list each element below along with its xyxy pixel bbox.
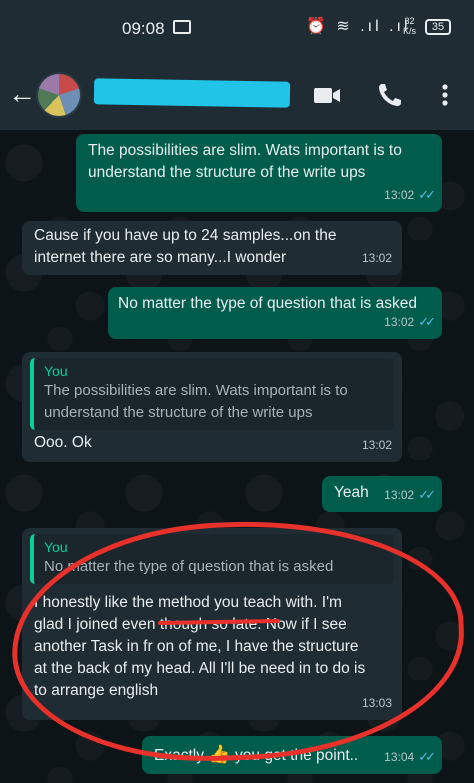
message-text: Cause if you have up to 24 samples...on … [34, 227, 337, 266]
message-text: The possibilities are slim. Wats importa… [88, 142, 402, 181]
message-bubble-incoming[interactable]: You The possibilities are slim. Wats imp… [22, 352, 402, 462]
video-call-icon[interactable] [312, 80, 342, 110]
status-time: 09:08 [122, 19, 165, 38]
message-meta: 13:03 [362, 692, 392, 714]
contact-name-redacted[interactable] [93, 78, 291, 108]
avatar[interactable] [36, 72, 82, 118]
read-receipt-icon: ✓✓ [418, 187, 436, 202]
back-arrow-icon[interactable]: ← [8, 78, 36, 110]
more-options-icon[interactable] [430, 80, 460, 110]
voice-call-icon[interactable] [375, 80, 405, 110]
quoted-message[interactable]: You No matter the type of question that … [30, 534, 394, 584]
message-time: 13:04 [384, 750, 415, 764]
message-meta: 13:02 ✓✓ [384, 311, 436, 333]
message-bubble-outgoing[interactable]: Yeah 13:02 ✓✓ [322, 476, 442, 512]
message-time: 13:02 [384, 488, 415, 502]
thumbs-up-emoji-icon: 👍 [208, 744, 231, 764]
message-meta: 13:02 ✓✓ [384, 484, 436, 506]
quote-text: The possibilities are slim. Wats importa… [44, 382, 348, 421]
status-bar: 09:08 ⏰ ≋ .ıl .ıl 32 K/s 35 [0, 0, 474, 58]
message-text: I honestly like the method you teach wit… [34, 594, 366, 699]
message-time: 13:02 [384, 188, 415, 202]
quoted-message[interactable]: You The possibilities are slim. Wats imp… [30, 358, 394, 430]
message-meta: 13:02 [362, 247, 392, 269]
message-meta: 13:02 ✓✓ [384, 184, 436, 206]
message-time: 13:02 [384, 315, 415, 329]
quote-text: No matter the type of question that is a… [44, 558, 334, 575]
status-icons: ⏰ ≋ .ıl .ıl [306, 18, 411, 35]
chat-header: ← [0, 58, 474, 130]
message-time: 13:03 [361, 696, 392, 710]
read-receipt-icon: ✓✓ [418, 487, 436, 502]
message-time: 13:02 [361, 251, 392, 265]
message-bubble-outgoing[interactable]: Exactly 👍 you get the point.. 13:04 ✓✓ [142, 736, 442, 774]
message-bubble-incoming[interactable]: Cause if you have up to 24 samples...on … [22, 221, 402, 275]
read-receipt-icon: ✓✓ [418, 749, 436, 764]
message-text-after: you get the point.. [235, 747, 359, 764]
read-receipt-icon: ✓✓ [418, 314, 436, 329]
quote-author: You [44, 363, 68, 379]
message-bubble-outgoing[interactable]: The possibilities are slim. Wats importa… [76, 134, 442, 212]
message-meta: 13:02 [362, 434, 392, 456]
message-time: 13:02 [361, 438, 392, 452]
chat-area[interactable]: The possibilities are slim. Wats importa… [0, 130, 474, 783]
mail-notification-icon [173, 20, 191, 34]
quote-author: You [44, 539, 68, 555]
message-meta: 13:04 ✓✓ [384, 746, 436, 768]
message-text-before: Exactly [154, 747, 204, 764]
message-text: Ooo. Ok [34, 434, 92, 451]
battery-icon: 35 [425, 19, 451, 35]
message-bubble-outgoing[interactable]: No matter the type of question that is a… [108, 287, 442, 339]
network-speed: 32 K/s [403, 16, 417, 36]
